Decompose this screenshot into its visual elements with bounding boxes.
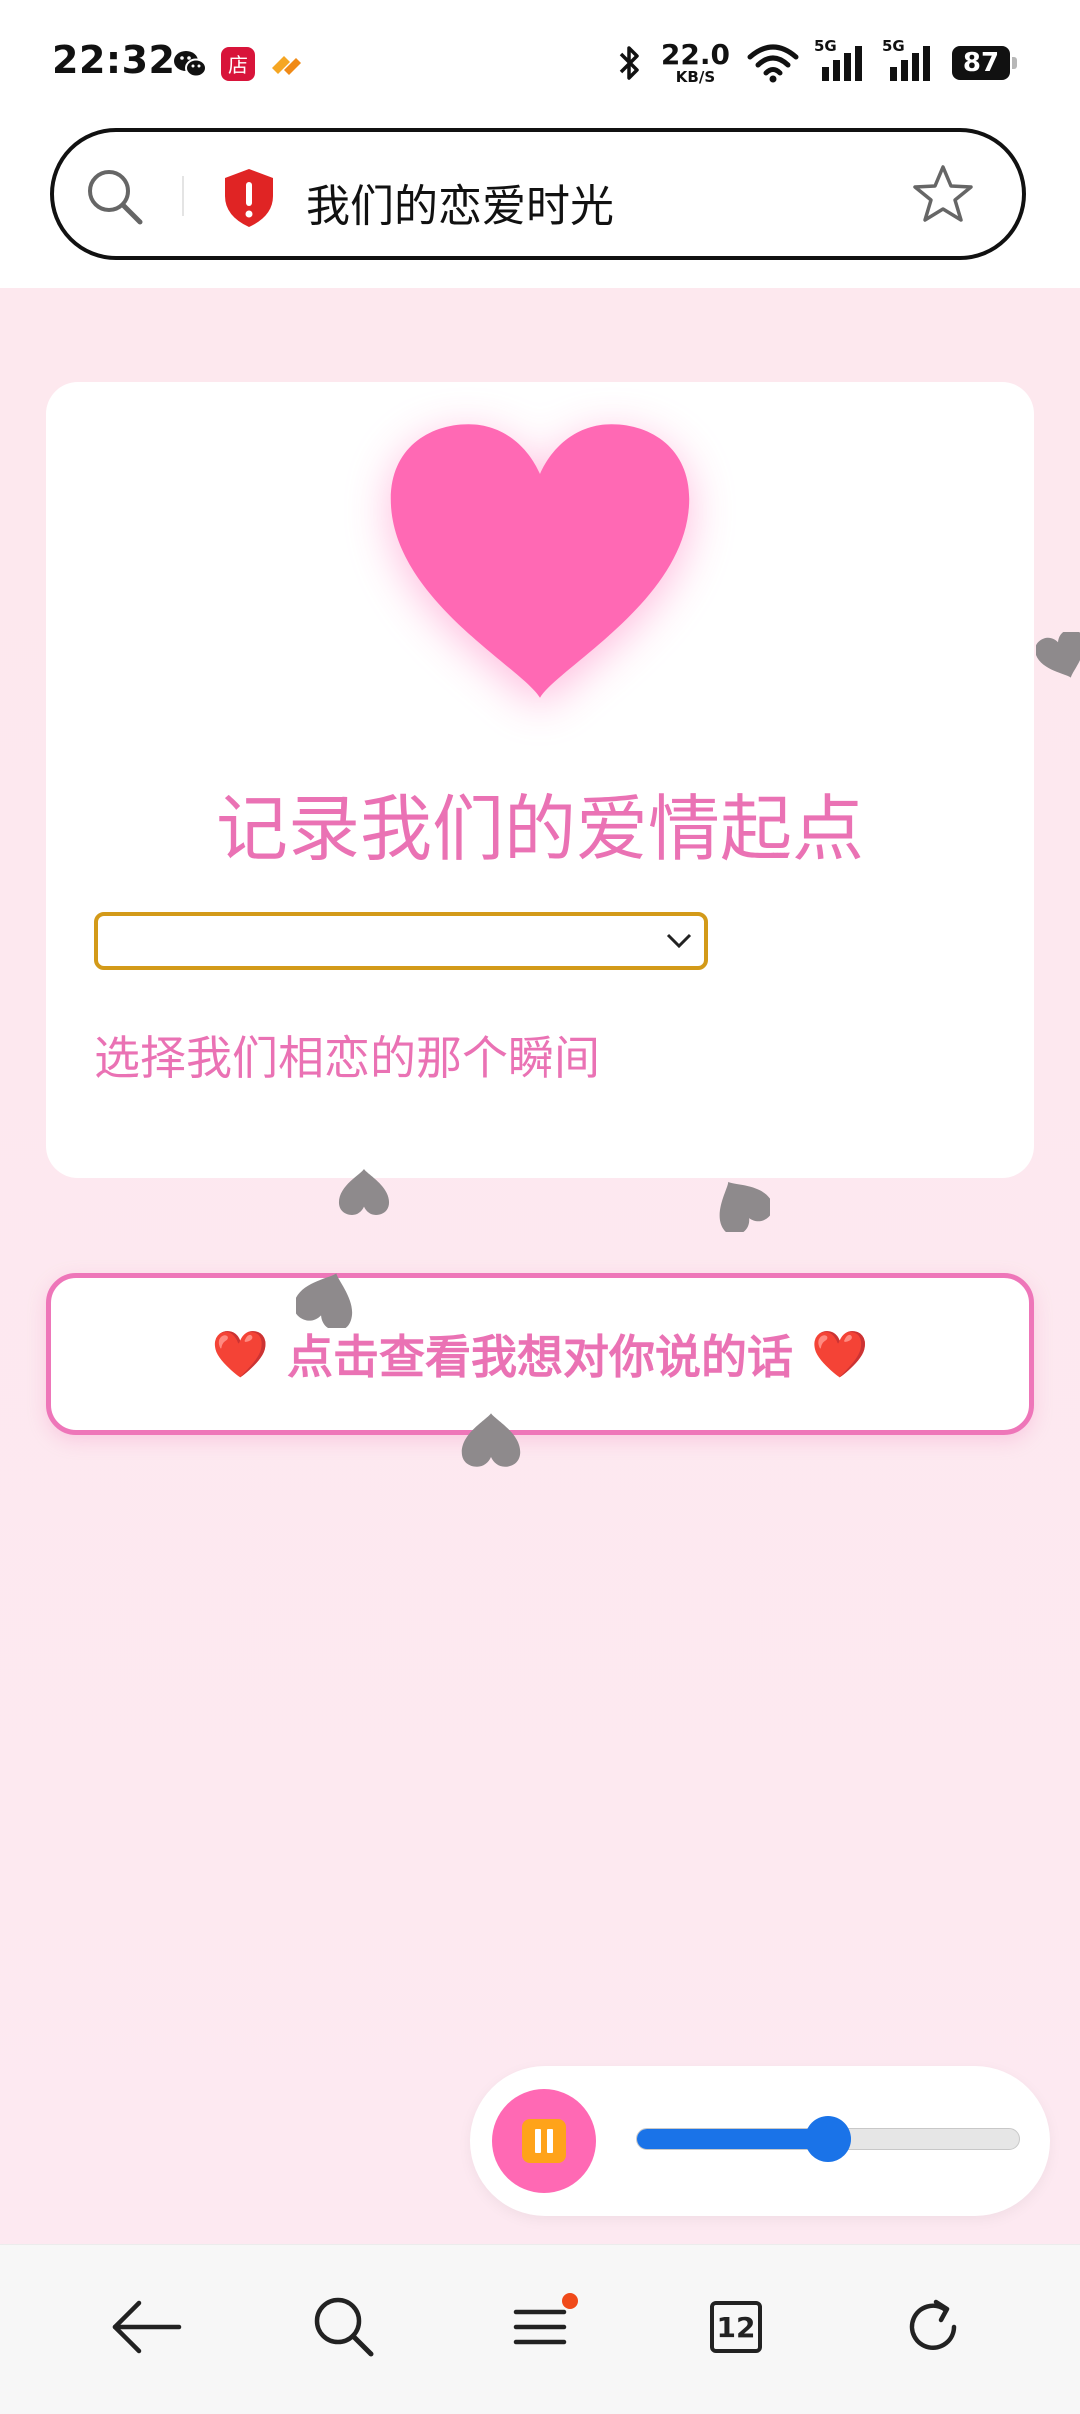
- menu-icon: [513, 2309, 567, 2345]
- menu-button[interactable]: [500, 2287, 580, 2367]
- back-arrow-icon: [112, 2300, 182, 2354]
- search-icon[interactable]: [84, 166, 146, 228]
- view-message-button[interactable]: ❤️ 点击查看我想对你说的话 ❤️: [46, 1273, 1034, 1435]
- notification-dot: [562, 2293, 578, 2309]
- status-bar: 22:32 店 22.0 KB/S 5G 5G 87: [0, 0, 1080, 120]
- tabs-count: 12: [716, 2310, 756, 2344]
- status-time: 22:32: [52, 38, 176, 82]
- card-title: 记录我们的爱情起点: [215, 787, 864, 871]
- orange-app-icon: [272, 56, 301, 75]
- network-speed-unit: KB/S: [675, 68, 716, 86]
- refresh-icon: [909, 2299, 957, 2350]
- store-app-icon: 店: [221, 47, 255, 81]
- music-player: [470, 2066, 1050, 2216]
- pause-icon: [522, 2119, 566, 2163]
- floating-heart-icon: [461, 1413, 521, 1467]
- volume-slider[interactable]: [636, 2116, 1020, 2162]
- heart-icon: [390, 424, 690, 698]
- back-button[interactable]: [106, 2287, 186, 2367]
- floating-heart-icon: [1036, 632, 1080, 678]
- search-button[interactable]: [304, 2287, 384, 2367]
- refresh-button[interactable]: [893, 2287, 973, 2367]
- address-divider: [182, 176, 184, 216]
- page-title[interactable]: 我们的恋爱时光: [306, 170, 614, 234]
- view-message-label: ❤️ 点击查看我想对你说的话 ❤️: [212, 1321, 869, 1387]
- signal-icon: 5G: [814, 37, 868, 83]
- heart-emoji-right: ❤️: [811, 1326, 869, 1381]
- tabs-button[interactable]: 12: [696, 2287, 776, 2367]
- battery-icon: 87: [952, 46, 1017, 80]
- chevron-down-icon: [666, 933, 692, 949]
- bottom-navigation: 12: [0, 2244, 1080, 2414]
- battery-level: 87: [962, 48, 1000, 78]
- date-select[interactable]: [94, 912, 708, 970]
- wechat-icon: [174, 51, 207, 78]
- signal-label-1: 5G: [814, 37, 837, 55]
- network-speed-value: 22.0: [660, 38, 730, 71]
- shield-warning-icon[interactable]: [220, 166, 278, 230]
- address-bar-area: 我们的恋爱时光: [0, 120, 1080, 288]
- love-date-card: 记录我们的爱情起点 选择我们相恋的那个瞬间: [46, 382, 1034, 1178]
- star-icon[interactable]: [910, 162, 976, 228]
- address-bar[interactable]: 我们的恋爱时光: [50, 128, 1026, 260]
- signal-icon-2: 5G: [882, 37, 936, 83]
- status-indicators: 22.0 KB/S 5G 5G 87: [615, 37, 1017, 88]
- web-page: 记录我们的爱情起点 选择我们相恋的那个瞬间 ❤️ 点击查看我想对你说的话 ❤️: [0, 288, 1080, 2244]
- volume-fill: [637, 2129, 828, 2149]
- tabs-icon: 12: [710, 2301, 762, 2353]
- heart-emoji-left: ❤️: [211, 1326, 269, 1381]
- svg-text:店: 店: [228, 53, 248, 77]
- floating-heart-icon: [296, 1273, 353, 1328]
- wifi-icon: [747, 44, 799, 83]
- play-pause-button[interactable]: [492, 2089, 596, 2193]
- browser-screen: 22:32 店 22.0 KB/S 5G 5G 87 我们的恋爱时光 记录我们的…: [0, 0, 1080, 2414]
- network-speed: 22.0 KB/S: [661, 41, 730, 85]
- view-message-text: 点击查看我想对你说的话: [287, 1330, 793, 1384]
- floating-heart-icon: [719, 1181, 770, 1232]
- search-icon: [314, 2297, 374, 2357]
- volume-slider-thumb[interactable]: [805, 2116, 851, 2162]
- floating-heart-icon: [338, 1169, 390, 1215]
- bluetooth-icon: [619, 46, 639, 80]
- signal-label-2: 5G: [882, 37, 905, 55]
- card-hint: 选择我们相恋的那个瞬间: [94, 1031, 600, 1085]
